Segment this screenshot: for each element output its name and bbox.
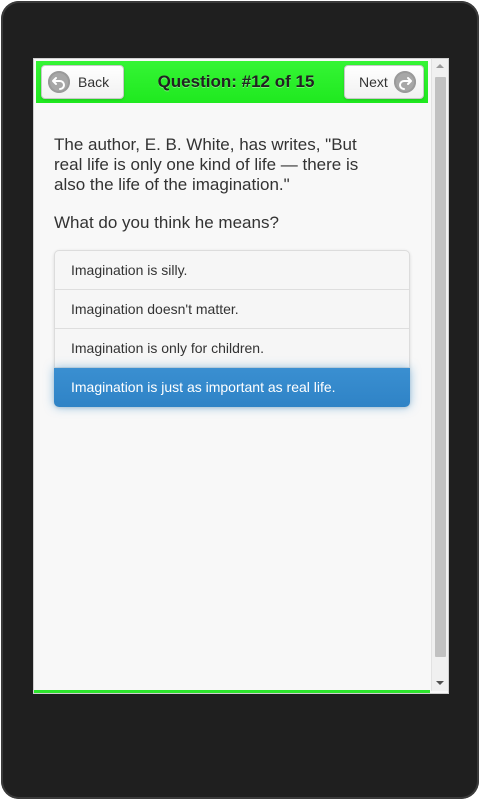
back-button[interactable]: Back	[41, 65, 124, 99]
header-bar: Back Question: #12 of 15 Next	[36, 61, 428, 103]
question-text: The author, E. B. White, has writes, "Bu…	[54, 135, 359, 194]
forward-arrow-icon	[393, 71, 416, 93]
answer-choice[interactable]: Imagination doesn't matter.	[55, 290, 409, 329]
device: Back Question: #12 of 15 Next The author…	[0, 0, 480, 800]
answer-choices-list: Imagination is silly. Imagination doesn'…	[54, 250, 410, 407]
footer-accent-line	[34, 690, 430, 693]
answer-choice[interactable]: Imagination is silly.	[55, 251, 409, 290]
scrollbar-thumb[interactable]	[435, 77, 446, 657]
back-button-label: Back	[78, 74, 110, 90]
question-counter-title: Question: #12 of 15	[157, 72, 315, 91]
next-button-label: Next	[359, 74, 388, 90]
question-prompt: What do you think he means?	[54, 213, 279, 232]
vertical-scrollbar[interactable]	[431, 59, 448, 691]
back-arrow-icon	[48, 71, 70, 93]
question-content: The author, E. B. White, has writes, "Bu…	[54, 135, 389, 233]
app-screen: Back Question: #12 of 15 Next The author…	[33, 58, 449, 694]
answer-choice[interactable]: Imagination is only for children.	[55, 329, 409, 368]
scroll-down-arrow-icon[interactable]	[436, 681, 444, 685]
answer-choice-selected[interactable]: Imagination is just as important as real…	[54, 368, 410, 407]
scroll-up-arrow-icon[interactable]	[436, 64, 444, 68]
next-button[interactable]: Next	[344, 65, 424, 99]
